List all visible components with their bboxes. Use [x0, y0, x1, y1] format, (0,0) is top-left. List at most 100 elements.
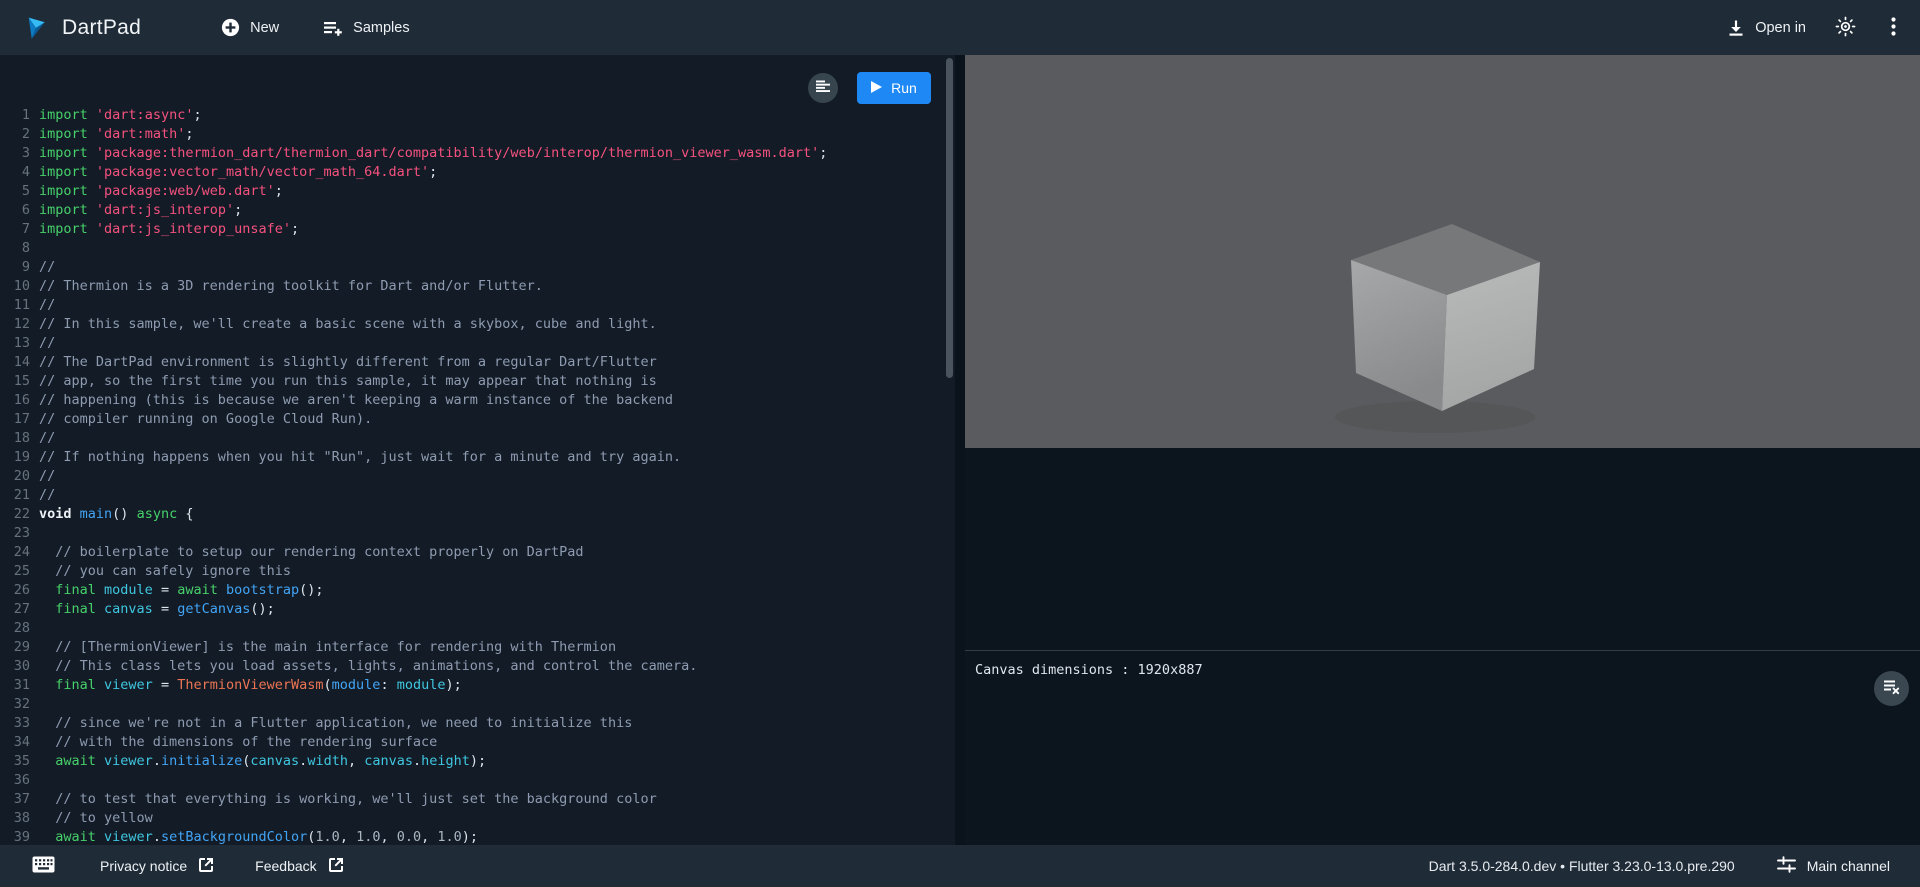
- code-line: 12// In this sample, we'll create a basi…: [0, 315, 955, 334]
- open-in-new-icon: [199, 858, 213, 875]
- cube-render: [965, 55, 1920, 448]
- code-line: 21//: [0, 486, 955, 505]
- line-number: 23: [0, 524, 30, 543]
- code-line: 17// compiler running on Google Cloud Ru…: [0, 410, 955, 429]
- line-number: 16: [0, 391, 30, 410]
- code-line: 29 // [ThermionViewer] is the main inter…: [0, 638, 955, 657]
- app-title: DartPad: [62, 16, 141, 40]
- scrollbar-thumb[interactable]: [946, 58, 953, 378]
- open-in-button-label: Open in: [1755, 20, 1806, 36]
- keyboard-shortcuts-button[interactable]: [32, 856, 55, 876]
- code-line: 33 // since we're not in a Flutter appli…: [0, 714, 955, 733]
- code-line: 4import 'package:vector_math/vector_math…: [0, 163, 955, 182]
- code-line: 28: [0, 619, 955, 638]
- run-button[interactable]: Run: [857, 72, 931, 104]
- line-number: 36: [0, 771, 30, 790]
- channel-button-label: Main channel: [1807, 858, 1890, 874]
- line-number: 4: [0, 163, 30, 182]
- line-number: 1: [0, 106, 30, 125]
- format-icon: [815, 80, 831, 97]
- line-number: 17: [0, 410, 30, 429]
- code-line: 24 // boilerplate to setup our rendering…: [0, 543, 955, 562]
- line-number: 37: [0, 790, 30, 809]
- code-line: 14// The DartPad environment is slightly…: [0, 353, 955, 372]
- brightness-icon: [1835, 16, 1856, 40]
- code-line: 11//: [0, 296, 955, 315]
- render-canvas[interactable]: [965, 55, 1920, 448]
- code-line: 15// app, so the first time you run this…: [0, 372, 955, 391]
- line-number: 25: [0, 562, 30, 581]
- privacy-notice-link[interactable]: Privacy notice: [100, 858, 213, 875]
- line-number: 38: [0, 809, 30, 828]
- overflow-menu-button[interactable]: [1876, 11, 1910, 45]
- line-number: 14: [0, 353, 30, 372]
- add-circle-icon: [221, 18, 240, 37]
- code-line: 16// happening (this is because we aren'…: [0, 391, 955, 410]
- code-line: 23: [0, 524, 955, 543]
- line-number: 3: [0, 144, 30, 163]
- dart-logo-icon: [24, 12, 54, 44]
- code-line: 19// If nothing happens when you hit "Ru…: [0, 448, 955, 467]
- code-line: 30 // This class lets you load assets, l…: [0, 657, 955, 676]
- code-line: 8: [0, 239, 955, 258]
- open-in-button[interactable]: Open in: [1727, 19, 1806, 37]
- feedback-link[interactable]: Feedback: [255, 858, 342, 875]
- panel-splitter[interactable]: [955, 55, 965, 845]
- line-number: 33: [0, 714, 30, 733]
- line-number: 32: [0, 695, 30, 714]
- line-number: 9: [0, 258, 30, 277]
- line-number: 6: [0, 201, 30, 220]
- console-output: Canvas dimensions : 1920x887: [965, 651, 1920, 678]
- code-line: 5import 'package:web/web.dart';: [0, 182, 955, 201]
- line-number: 22: [0, 505, 30, 524]
- line-number: 10: [0, 277, 30, 296]
- line-number: 11: [0, 296, 30, 315]
- dartpad-app: DartPad New Samples: [0, 0, 1920, 887]
- line-number: 13: [0, 334, 30, 353]
- new-button[interactable]: New: [221, 18, 279, 37]
- samples-button[interactable]: Samples: [323, 19, 409, 37]
- line-number: 8: [0, 239, 30, 258]
- line-number: 26: [0, 581, 30, 600]
- code-line: 27 final canvas = getCanvas();: [0, 600, 955, 619]
- code-line: 2import 'dart:math';: [0, 125, 955, 144]
- line-number: 28: [0, 619, 30, 638]
- preview-pane: Canvas dimensions : 1920x887: [965, 55, 1920, 845]
- download-icon: [1727, 19, 1745, 37]
- code-line: 9//: [0, 258, 955, 277]
- code-line: 22void main() async {: [0, 505, 955, 524]
- code-line: 13//: [0, 334, 955, 353]
- line-number: 35: [0, 752, 30, 771]
- theme-toggle-button[interactable]: [1828, 11, 1862, 45]
- line-number: 19: [0, 448, 30, 467]
- line-number: 7: [0, 220, 30, 239]
- status-bar: Privacy notice Feedback Dart 3.5.0-284.0…: [0, 845, 1920, 887]
- code-line: 7import 'dart:js_interop_unsafe';: [0, 220, 955, 239]
- code-editor[interactable]: 1import 'dart:async';2import 'dart:math'…: [0, 55, 955, 845]
- line-number: 27: [0, 600, 30, 619]
- kebab-menu-icon: [1891, 17, 1896, 39]
- app-header: DartPad New Samples: [0, 0, 1920, 55]
- line-number: 29: [0, 638, 30, 657]
- console-panel: Canvas dimensions : 1920x887: [965, 650, 1920, 845]
- code-line: 18//: [0, 429, 955, 448]
- code-line: 35 await viewer.initialize(canvas.width,…: [0, 752, 955, 771]
- line-number: 5: [0, 182, 30, 201]
- code-line: 34 // with the dimensions of the renderi…: [0, 733, 955, 752]
- keyboard-icon: [32, 856, 55, 876]
- code-line: 36: [0, 771, 955, 790]
- code-line: 39 await viewer.setBackgroundColor(1.0, …: [0, 828, 955, 845]
- code-line: 31 final viewer = ThermionViewerWasm(mod…: [0, 676, 955, 695]
- line-number: 31: [0, 676, 30, 695]
- code-line: 37 // to test that everything is working…: [0, 790, 955, 809]
- format-button[interactable]: [808, 73, 838, 103]
- code-line: 3import 'package:thermion_dart/thermion_…: [0, 144, 955, 163]
- clear-console-button[interactable]: [1874, 671, 1909, 706]
- code-line: 6import 'dart:js_interop';: [0, 201, 955, 220]
- channel-button[interactable]: Main channel: [1777, 856, 1890, 876]
- main-area: 1import 'dart:async';2import 'dart:math'…: [0, 55, 1920, 845]
- line-number: 24: [0, 543, 30, 562]
- code-line: 10// Thermion is a 3D rendering toolkit …: [0, 277, 955, 296]
- clear-console-icon: [1883, 679, 1900, 698]
- line-number: 34: [0, 733, 30, 752]
